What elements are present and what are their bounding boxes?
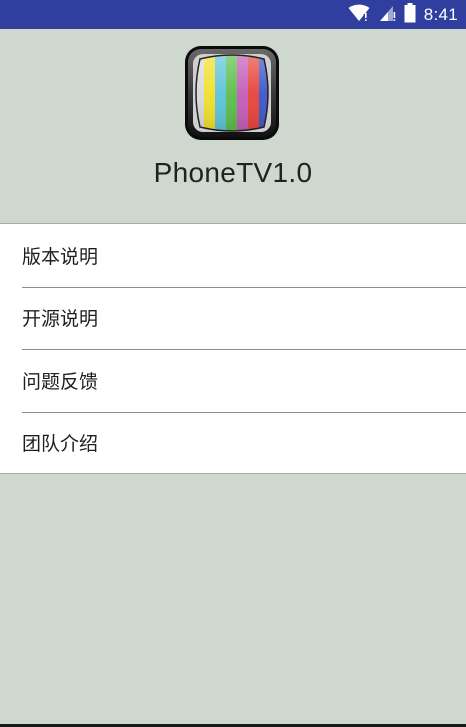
menu-item-label: 团队介绍 [22,433,99,456]
status-icons: 8:41 [348,0,458,29]
menu-item-label: 版本说明 [22,245,99,268]
menu-list: 版本说明 开源说明 问题反馈 团队介绍 [0,223,466,474]
wifi-icon [348,4,370,26]
menu-item-label: 开源说明 [22,308,99,331]
app-header: PhoneTV1.0 [0,29,466,223]
menu-item-open-source-info[interactable]: 开源说明 [0,286,466,350]
signal-icon [378,4,396,26]
menu-item-version-info[interactable]: 版本说明 [0,224,466,287]
battery-icon [404,2,416,27]
tv-icon [184,45,280,141]
app-title: PhoneTV1.0 [153,157,313,188]
menu-item-feedback[interactable]: 问题反馈 [0,349,466,412]
menu-item-team-intro[interactable]: 团队介绍 [0,411,466,475]
menu-item-label: 问题反馈 [22,370,99,393]
status-time: 8:41 [423,4,458,24]
status-bar: 8:41 [0,0,466,29]
